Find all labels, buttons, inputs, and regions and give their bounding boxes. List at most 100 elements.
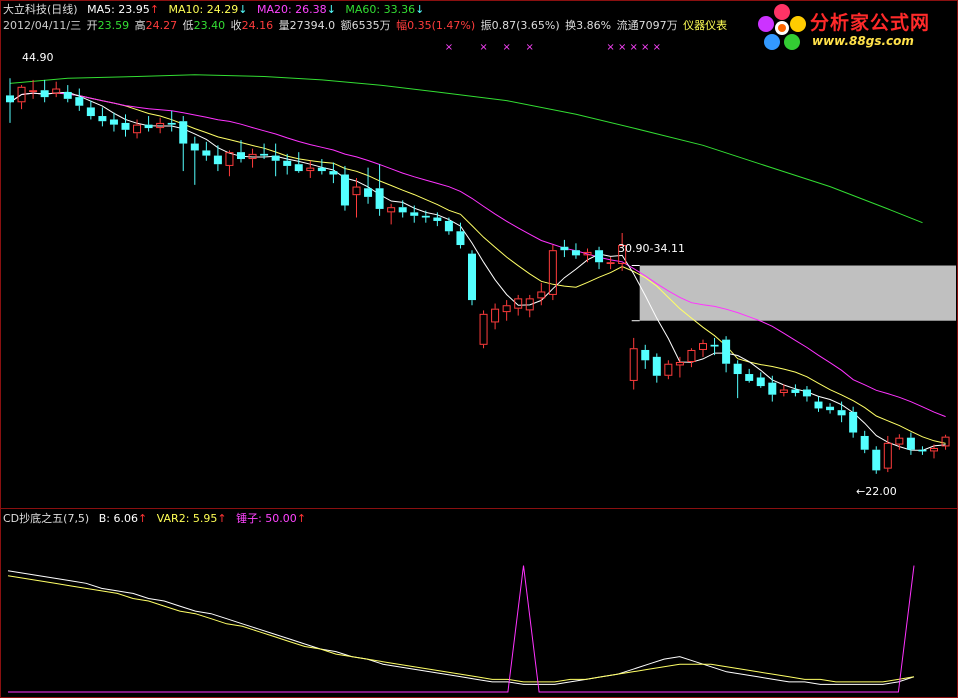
candle-body (133, 124, 142, 134)
price-chart: × × × × × × × × × 44.90 30.90-34.11 ←22.00 (6, 42, 956, 498)
candle-body (548, 250, 557, 295)
candle-body (237, 152, 245, 160)
candle (791, 384, 800, 397)
b-value: B: 6.06↑ (98, 512, 148, 525)
candle (802, 386, 811, 402)
candle-body (722, 339, 731, 364)
candle-body (756, 377, 765, 387)
candle (375, 164, 384, 216)
ma60-line (9, 74, 923, 224)
candle-body (98, 116, 107, 122)
candle-body (433, 217, 442, 221)
candle (733, 360, 742, 399)
candle-body (317, 167, 326, 172)
candle (468, 250, 476, 306)
candle (525, 294, 534, 318)
candle-body (375, 188, 384, 209)
candle (6, 78, 14, 123)
candle-body (491, 308, 500, 323)
pattern-marker: × (445, 42, 453, 53)
indicator-name: CD抄底之五(7,5) (3, 512, 90, 525)
candle (98, 107, 107, 127)
candle-body (814, 401, 823, 409)
candle (710, 337, 719, 356)
candle (814, 396, 823, 412)
candle-body (410, 212, 419, 216)
candle (837, 401, 846, 423)
candle (906, 432, 915, 455)
candle-body (167, 122, 176, 125)
candle-body (906, 437, 915, 450)
candle-body (225, 152, 234, 166)
candle (352, 177, 361, 218)
candle (872, 446, 881, 474)
candle (722, 336, 731, 373)
candle-body (398, 207, 407, 213)
indicator-header: CD抄底之五(7,5) B: 6.06↑ VAR2: 5.95↑ 锤子: 50.… (3, 512, 312, 525)
candle (421, 210, 430, 223)
candle (190, 136, 199, 185)
candle-body (86, 107, 95, 117)
low-price-label: ←22.00 (856, 485, 897, 498)
candle (144, 116, 153, 132)
candle (849, 406, 858, 438)
candle-body (144, 124, 153, 129)
candle-body (779, 389, 788, 393)
candle-body (283, 160, 292, 166)
candle-body (837, 410, 846, 416)
candle-body (675, 362, 684, 366)
up-arrow-icon: ↑ (217, 512, 227, 525)
candle (502, 300, 511, 321)
candle-body (595, 250, 604, 263)
ma20-line (9, 92, 946, 418)
candle (248, 148, 257, 168)
candle-body (421, 215, 430, 218)
candle-body (745, 374, 754, 381)
candle-body (606, 262, 615, 264)
candle (17, 85, 26, 110)
candle-body (826, 406, 835, 411)
candle-body (629, 348, 638, 381)
candle (664, 360, 673, 380)
candle (29, 79, 38, 99)
candle (340, 165, 349, 211)
candle-body (733, 363, 742, 375)
candle-body (664, 363, 673, 376)
candle-body (213, 155, 222, 165)
candle-body (75, 97, 84, 106)
candle-body (294, 164, 303, 172)
candle-body (699, 343, 707, 350)
candle-body (560, 246, 569, 251)
candle-body (641, 349, 650, 361)
candle-body (271, 155, 280, 161)
candle (826, 403, 835, 414)
candle (675, 356, 684, 378)
candle (479, 310, 488, 349)
pattern-marker: × (641, 42, 649, 53)
pattern-marker: × (526, 42, 534, 53)
candle-body (479, 313, 488, 345)
candle (63, 85, 72, 103)
candle (860, 430, 869, 454)
candle-body (63, 91, 72, 99)
pattern-marker: × (502, 42, 510, 53)
candle-body (202, 150, 211, 156)
candle-body (918, 449, 927, 452)
candle-body (768, 382, 777, 395)
high-price-label: 44.90 (22, 51, 54, 64)
candle (271, 143, 280, 177)
candle (410, 205, 419, 223)
candle-body (190, 143, 199, 151)
candle (491, 303, 500, 330)
candle (444, 217, 453, 235)
candle-body (352, 186, 361, 196)
candle-body (468, 253, 476, 301)
candle (941, 434, 950, 450)
gap-zone (639, 265, 956, 321)
candle (329, 162, 338, 184)
candle-body (710, 344, 719, 347)
candle (560, 239, 569, 258)
candle-body (109, 119, 118, 125)
candle-body (860, 435, 869, 450)
candle-body (872, 449, 881, 471)
